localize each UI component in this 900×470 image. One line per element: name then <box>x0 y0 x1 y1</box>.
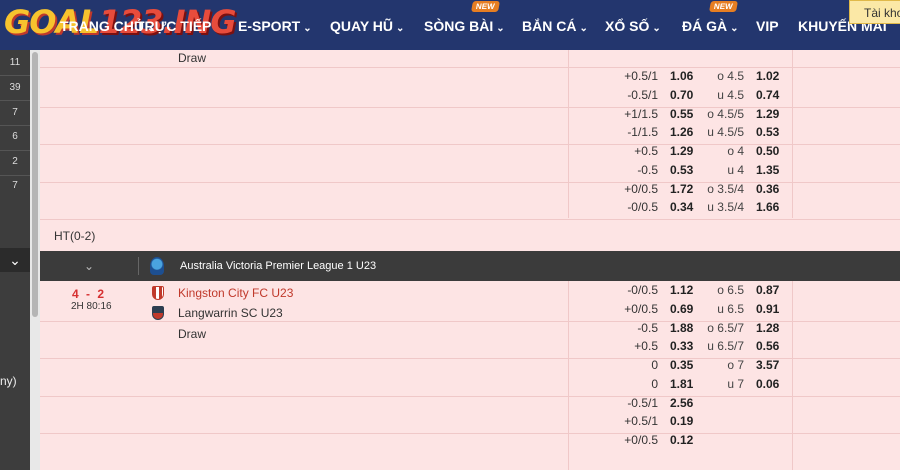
league-count[interactable]: 6 <box>0 131 30 142</box>
account-button[interactable]: Tài khoản <box>849 0 900 24</box>
league-count[interactable]: 39 <box>0 82 30 93</box>
table-row <box>40 322 900 359</box>
nav-item-vip[interactable]: VIP <box>756 18 779 34</box>
league-count[interactable]: 7 <box>0 107 30 118</box>
divider <box>0 100 30 101</box>
divider <box>138 257 139 275</box>
nav-label: TRANG CHỦ <box>60 18 144 34</box>
league-header[interactable]: ⌄ Australia Victoria Premier League 1 U2… <box>40 251 900 281</box>
league-count[interactable]: 11 <box>0 57 30 68</box>
league-count[interactable]: 7 <box>0 180 30 191</box>
left-sidebar: 11 39 7 6 2 7 ⌄ ny) <box>0 50 30 470</box>
table-row <box>40 145 900 183</box>
chevron-down-icon: ⌄ <box>652 23 661 34</box>
table-row <box>40 50 900 68</box>
league-count[interactable]: 2 <box>0 156 30 167</box>
table-row <box>40 397 900 434</box>
halftime-score: HT(0-2) <box>54 229 96 243</box>
nav-label: SÒNG BÀI <box>424 18 494 34</box>
chevron-down-icon: ⌄ <box>730 23 739 34</box>
nav-label: BẮN CÁ <box>522 18 577 34</box>
table-row <box>40 108 900 145</box>
divider <box>0 75 30 76</box>
league-flag-icon <box>150 257 164 275</box>
table-row <box>40 359 900 397</box>
divider <box>0 125 30 126</box>
nav-label: XỔ SỐ <box>605 18 650 34</box>
nav-item-esport[interactable]: E-SPORT ⌄ <box>238 18 312 34</box>
chevron-down-icon: ⌄ <box>579 23 588 34</box>
top-nav: GOAL 123.ING TRANG CHỦ ⌄ TRỰC TIẾP E-SPORT… <box>0 0 900 50</box>
table-row <box>40 70 900 108</box>
new-badge: NEW <box>709 1 738 12</box>
chevron-down-icon: ⌄ <box>496 23 505 34</box>
nav-label: VIP <box>756 18 779 34</box>
chevron-down-icon: ⌄ <box>303 23 312 34</box>
handicap-odds[interactable]: 0.12 <box>670 433 693 447</box>
new-badge: NEW <box>471 1 500 12</box>
nav-item-lottery[interactable]: XỔ SỐ ⌄ <box>605 18 661 34</box>
chevron-down-icon[interactable]: ⌄ <box>0 248 30 272</box>
nav-item-fishing[interactable]: BẮN CÁ ⌄ <box>522 18 588 34</box>
nav-label: E-SPORT <box>238 18 301 34</box>
nav-label: TRỰC TIẾP <box>136 18 212 34</box>
nav-label: ĐÁ GÀ <box>682 18 728 34</box>
scrollbar-thumb[interactable] <box>32 52 38 317</box>
nav-item-live[interactable]: TRỰC TIẾP <box>136 18 211 34</box>
nav-item-casino[interactable]: SÒNG BÀI ⌄ <box>424 18 505 34</box>
divider <box>0 175 30 176</box>
handicap-line: +0/0.5 <box>624 433 658 447</box>
divider <box>0 150 30 151</box>
league-name: Australia Victoria Premier League 1 U23 <box>180 260 377 272</box>
chevron-down-icon: ⌄ <box>396 23 405 34</box>
nav-label: QUAY HŨ <box>330 18 394 34</box>
table-row <box>40 284 900 322</box>
nav-item-slots[interactable]: QUAY HŨ ⌄ <box>330 18 404 34</box>
sidebar-partial-label: ny) <box>0 374 17 388</box>
table-row <box>40 218 900 251</box>
nav-item-cockfight[interactable]: ĐÁ GÀ ⌄ <box>682 18 739 34</box>
chevron-down-icon[interactable]: ⌄ <box>84 259 94 273</box>
table-row <box>40 183 900 220</box>
